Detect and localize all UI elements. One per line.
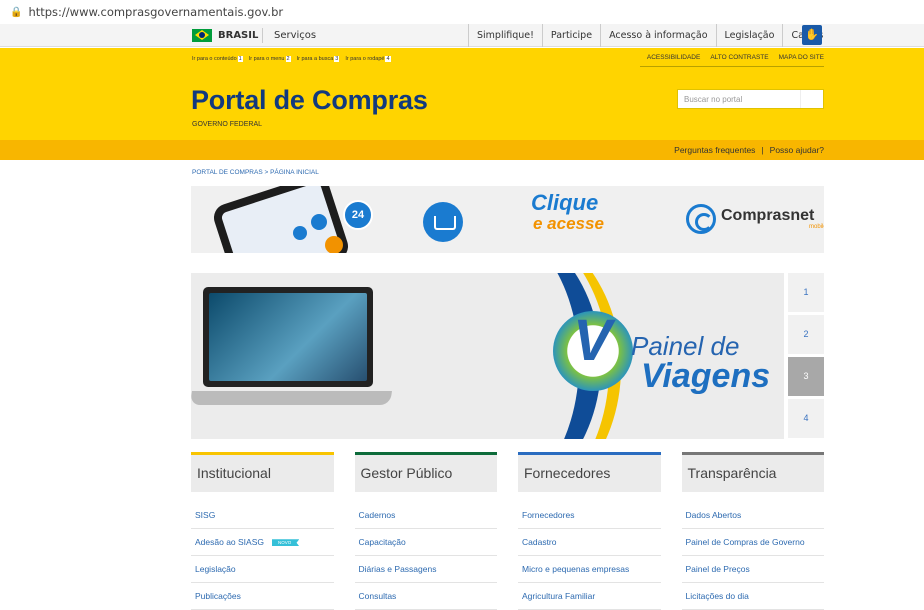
government-bar: BRASIL Serviços Simplifique! Participe A… (0, 24, 924, 47)
nav-legislacao[interactable]: Legislação (715, 24, 783, 47)
skip-to-search[interactable]: Ir para a busca 3 (297, 56, 340, 62)
list-item[interactable]: Painel de Compras de Governo (681, 529, 824, 556)
list-item[interactable]: SISG (191, 502, 334, 529)
faq-link[interactable]: Perguntas frequentes (674, 145, 755, 155)
skip-links: Ir para o conteúdo 1 Ir para o menu 2 Ir p… (192, 56, 391, 62)
clique-text: Clique (531, 190, 599, 215)
list-item[interactable]: Micro e pequenas empresas (518, 556, 661, 583)
acesse-text: e acesse (533, 214, 604, 233)
skip-to-content[interactable]: Ir para o conteúdo 1 (192, 56, 243, 62)
breadcrumb[interactable]: PORTAL DE COMPRAS > PÁGINA INICIAL (192, 169, 319, 176)
app-bubble-icon (311, 214, 327, 230)
slide-page-3[interactable]: 3 (788, 357, 824, 396)
list-item[interactable]: Adesão ao SIASG NOVO (191, 529, 334, 556)
list-item[interactable]: Fornecedores (518, 502, 661, 529)
vlibras-hand-icon[interactable]: ✋ (802, 25, 822, 45)
column-heading[interactable]: Institucional (191, 452, 334, 492)
comprasnet-brand: Comprasnet (721, 207, 815, 224)
clock-24h-icon: 24 (343, 200, 373, 230)
slide-page-1[interactable]: 1 (788, 273, 824, 312)
divider (640, 66, 824, 67)
list-item[interactable]: Dados Abertos (681, 502, 824, 529)
shopping-basket-icon (423, 202, 463, 242)
portal-header: Ir para o conteúdo 1 Ir para o menu 2 Ir p… (0, 48, 924, 140)
column-heading[interactable]: Transparência (681, 452, 824, 492)
column-fornecedores: Fornecedores Fornecedores Cadastro Micro… (518, 452, 661, 610)
novo-badge: NOVO (272, 539, 300, 547)
nav-participe[interactable]: Participe (541, 24, 600, 47)
column-heading[interactable]: Gestor Público (354, 452, 497, 492)
acessibilidade-link[interactable]: ACESSIBILIDADE (647, 54, 700, 61)
nav-acesso-informacao[interactable]: Acesso à informação (600, 24, 715, 47)
comprasnet-mobile-label: mobile (809, 224, 824, 230)
url-text[interactable]: https://www.comprasgovernamentais.gov.br (28, 5, 283, 19)
page-title[interactable]: Portal de Compras (191, 85, 428, 116)
help-bar: Perguntas frequentes | Posso ajudar? (0, 140, 924, 160)
app-bubble-icon (293, 226, 307, 240)
brazil-flag-icon (192, 28, 212, 42)
painel-de-viagens-slide[interactable]: V Painel de Viagens (191, 273, 784, 439)
list-item[interactable]: Diárias e Passagens (354, 556, 497, 583)
list-item[interactable]: Agricultura Familiar (518, 583, 661, 610)
slider-pagination: 1 2 3 4 (788, 273, 824, 438)
list-item[interactable]: Consultas (354, 583, 497, 610)
column-heading[interactable]: Fornecedores (518, 452, 661, 492)
percent-bubble-icon (325, 236, 343, 253)
section-columns: Institucional SISG Adesão ao SIASG NOVO L… (191, 452, 824, 610)
viagens-text: Viagens (641, 357, 771, 395)
brasil-link[interactable]: BRASIL (192, 26, 258, 44)
gov-nav: Simplifique! Participe Acesso à informaç… (468, 24, 831, 47)
slide-page-2[interactable]: 2 (788, 315, 824, 354)
alto-contraste-link[interactable]: ALTO CONTRASTE (710, 54, 768, 61)
servicos-link[interactable]: Serviços (274, 30, 316, 41)
help-separator: | (761, 145, 764, 155)
list-item[interactable]: Cadastro (518, 529, 661, 556)
list-item[interactable]: Legislação (191, 556, 334, 583)
accessibility-links: ACESSIBILIDADE ALTO CONTRASTE MAPA DO SI… (647, 54, 824, 61)
lock-icon: 🔒 (10, 6, 23, 18)
page-subtitle: GOVERNO FEDERAL (192, 121, 263, 128)
browser-address-bar[interactable]: 🔒 https://www.comprasgovernamentais.gov.… (0, 0, 924, 24)
skip-to-menu[interactable]: Ir para o menu 2 (249, 56, 291, 62)
search-input[interactable]: Buscar no portal (677, 89, 824, 109)
list-item[interactable]: Capacitação (354, 529, 497, 556)
mapa-do-site-link[interactable]: MAPA DO SITE (779, 54, 824, 61)
column-transparencia: Transparência Dados Abertos Painel de Co… (681, 452, 824, 610)
list-item[interactable]: Cadernos (354, 502, 497, 529)
divider (262, 28, 263, 43)
list-item[interactable]: Publicações (191, 583, 334, 610)
column-gestor-publico: Gestor Público Cadernos Capacitação Diár… (354, 452, 497, 610)
list-item[interactable]: Painel de Preços (681, 556, 824, 583)
skip-to-footer[interactable]: Ir para o rodapé 4 (345, 56, 391, 62)
posso-ajudar-link[interactable]: Posso ajudar? (770, 145, 824, 155)
list-item[interactable]: Licitações do dia (681, 583, 824, 610)
nav-simplifique[interactable]: Simplifique! (468, 24, 542, 47)
column-institucional: Institucional SISG Adesão ao SIASG NOVO L… (191, 452, 334, 610)
slide-page-4[interactable]: 4 (788, 399, 824, 438)
comprasnet-logo-icon (686, 204, 716, 234)
brasil-label: BRASIL (218, 29, 259, 41)
comprasnet-mobile-banner[interactable]: 24 Clique e acesse Comprasnet mobile (191, 186, 824, 253)
v-letter: V (573, 308, 612, 373)
